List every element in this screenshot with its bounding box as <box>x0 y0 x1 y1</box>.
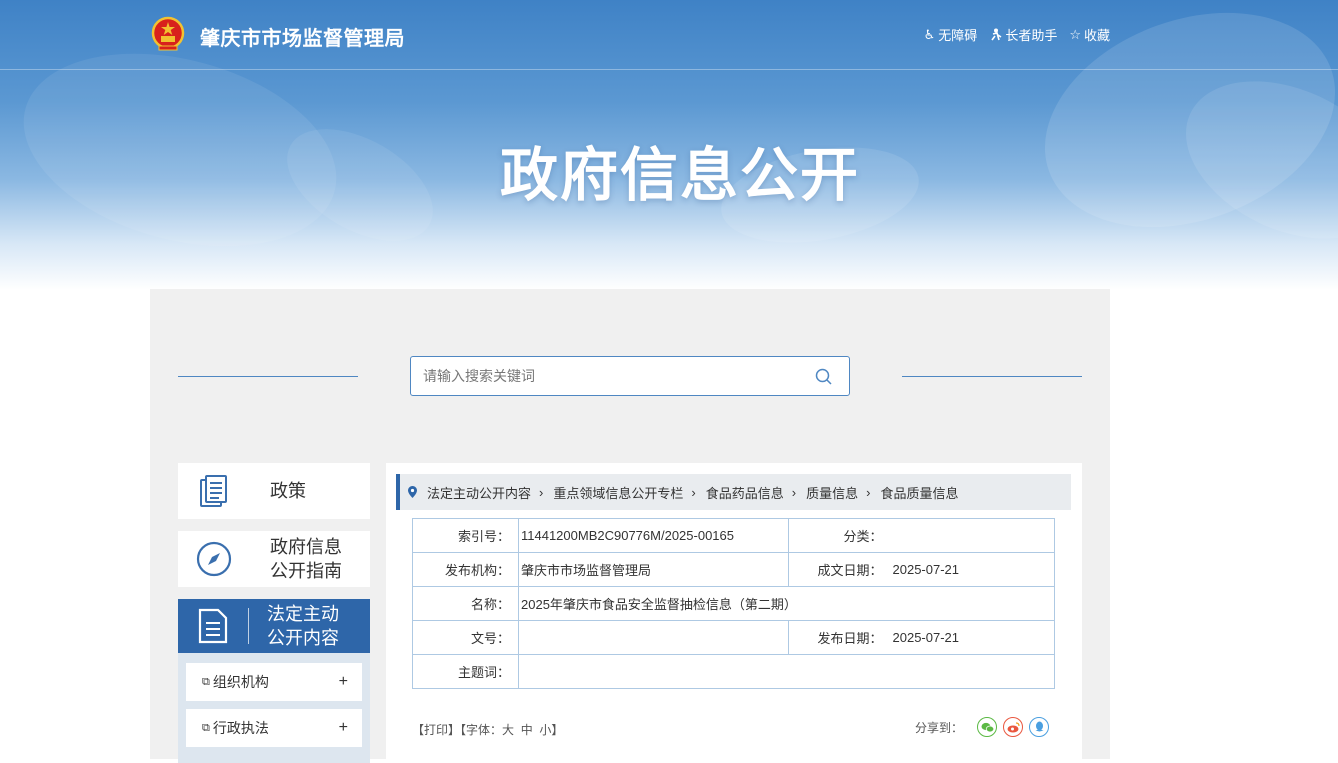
breadcrumb: 法定主动公开内容 › 重点领域信息公开专栏 › 食品药品信息 › 质量信息 › … <box>396 474 1071 510</box>
meta-label: 主题词： <box>412 654 519 689</box>
weibo-icon <box>1007 721 1020 732</box>
font-large-button[interactable]: 大 <box>502 723 514 737</box>
font-size-prefix: 【字体： <box>460 723 503 737</box>
accessibility-link[interactable]: ♿ 无障碍 <box>924 25 978 44</box>
elder-assistant-label: 长者助手 <box>1005 28 1058 43</box>
table-row: 主题词： <box>412 654 1055 689</box>
site-name[interactable]: 肇庆市市场监督管理局 <box>200 22 405 51</box>
share-label: 分享到： <box>914 720 963 735</box>
sidebar-item-label: 法定主动 公开内容 <box>249 602 339 650</box>
compass-icon <box>178 531 250 587</box>
header-banner: 肇庆市市场监督管理局 ♿ 无障碍 长者助手 ☆ 收藏 政府信息公开 <box>0 0 1338 290</box>
article-tools: 【打印】【字体：大 中 小】 分享到： <box>412 717 1055 741</box>
chevron-right-icon: › <box>691 484 696 500</box>
submenu-item-label: 行政执法 <box>212 720 269 736</box>
meta-value <box>518 620 789 655</box>
meta-label: 发布日期： <box>788 620 891 655</box>
search-icon[interactable] <box>815 368 833 386</box>
meta-value: 2025年肇庆市食品安全监督抽检信息（第二期） <box>518 586 1055 621</box>
chevron-right-icon: › <box>866 484 871 500</box>
meta-label: 发布机构： <box>412 552 519 587</box>
location-pin-icon <box>408 486 417 498</box>
banner-title: 政府信息公开 <box>499 143 860 208</box>
label-line: 公开内容 <box>267 628 339 648</box>
favorite-label: 收藏 <box>1083 28 1110 43</box>
table-row: 名称： 2025年肇庆市食品安全监督抽检信息（第二期） <box>412 586 1055 621</box>
meta-label: 成文日期： <box>788 552 891 587</box>
font-medium-button[interactable]: 中 <box>521 723 533 737</box>
favorite-link[interactable]: ☆ 收藏 <box>1069 25 1110 44</box>
wheelchair-icon: ♿ <box>923 26 936 42</box>
wechat-share-button[interactable] <box>977 717 997 737</box>
content-area: 法定主动公开内容 › 重点领域信息公开专栏 › 食品药品信息 › 质量信息 › … <box>386 463 1082 763</box>
sidebar-item-label: 政府信息 公开指南 <box>250 535 342 583</box>
meta-value: 2025-07-21 <box>890 620 1055 655</box>
table-row: 发布机构： 肇庆市市场监督管理局 成文日期： 2025-07-21 <box>412 552 1055 587</box>
sidebar-item-policy[interactable]: 政策 <box>178 463 370 519</box>
submenu-item-label: 组织机构 <box>212 674 269 690</box>
meta-value <box>890 518 1055 553</box>
table-row: 文号： 发布日期： 2025-07-21 <box>412 620 1055 655</box>
share-group: 分享到： <box>915 717 1049 737</box>
star-icon: ☆ <box>1069 26 1081 42</box>
expand-icon[interactable]: + <box>339 673 348 691</box>
meta-value: 2025-07-21 <box>890 552 1055 587</box>
book-icon <box>178 463 250 519</box>
sidebar-item-label: 政策 <box>270 481 306 501</box>
elder-assistant-link[interactable]: 长者助手 <box>989 25 1057 44</box>
copy-icon: ⧉ <box>202 675 210 688</box>
breadcrumb-item[interactable]: 食品质量信息 <box>880 483 958 502</box>
qq-share-button[interactable] <box>1029 717 1049 737</box>
breadcrumb-item[interactable]: 法定主动公开内容 <box>427 483 531 502</box>
chevron-right-icon: › <box>791 484 797 500</box>
search-bar <box>410 356 850 396</box>
label-line: 政府信息 <box>270 537 342 557</box>
submenu-item-enforcement[interactable]: ⧉ 行政执法 + <box>186 709 362 747</box>
meta-label: 名称： <box>412 586 519 621</box>
sidebar-item-guide[interactable]: 政府信息 公开指南 <box>178 531 370 587</box>
qq-icon <box>1035 721 1043 732</box>
breadcrumb-item[interactable]: 食品药品信息 <box>706 483 784 502</box>
breadcrumb-item[interactable]: 重点领域信息公开专栏 <box>553 483 683 502</box>
meta-label: 索引号： <box>412 518 519 553</box>
label-line: 公开指南 <box>270 561 342 581</box>
chevron-right-icon: › <box>539 484 544 500</box>
table-row: 索引号： 11441200MB2C90776M/2025-00165 分类： <box>412 518 1055 553</box>
weibo-share-button[interactable] <box>1003 717 1023 737</box>
breadcrumb-item[interactable]: 质量信息 <box>806 483 858 502</box>
copy-icon: ⧉ <box>202 721 210 734</box>
top-bar: 肇庆市市场监督管理局 ♿ 无障碍 长者助手 ☆ 收藏 <box>0 0 1338 70</box>
header-tools: ♿ 无障碍 长者助手 ☆ 收藏 <box>924 25 1110 44</box>
elder-icon <box>991 28 1002 41</box>
label-line: 法定主动 <box>267 604 339 624</box>
meta-value: 肇庆市市场监督管理局 <box>518 552 789 587</box>
meta-value <box>518 654 1055 689</box>
divider <box>178 376 358 377</box>
document-icon <box>178 598 248 654</box>
meta-value: 11441200MB2C90776M/2025-00165 <box>518 518 789 553</box>
sidebar-item-statutory-content[interactable]: 法定主动 公开内容 <box>178 599 370 653</box>
divider <box>902 376 1082 377</box>
meta-label: 文号： <box>412 620 519 655</box>
article-tools-left: 【打印】【字体：大 中 小】 <box>412 721 563 738</box>
expand-icon[interactable]: + <box>339 719 348 737</box>
accessibility-label: 无障碍 <box>938 28 978 43</box>
document-meta-table: 索引号： 11441200MB2C90776M/2025-00165 分类： 发… <box>412 518 1055 689</box>
main-panel: 政策 政府信息 公开指南 法定主动 公开内容 <box>150 289 1110 763</box>
national-emblem-icon <box>151 16 185 51</box>
meta-label: 分类： <box>788 518 891 553</box>
wechat-icon <box>981 722 994 732</box>
sidebar-submenu: ⧉ 组织机构 + ⧉ 行政执法 + <box>178 653 370 763</box>
font-size-suffix: 】 <box>551 723 564 737</box>
search-input[interactable] <box>411 357 791 395</box>
print-button[interactable]: 【打印】 <box>412 723 460 737</box>
font-small-button[interactable]: 小 <box>539 723 551 737</box>
submenu-item-organization[interactable]: ⧉ 组织机构 + <box>186 663 362 701</box>
